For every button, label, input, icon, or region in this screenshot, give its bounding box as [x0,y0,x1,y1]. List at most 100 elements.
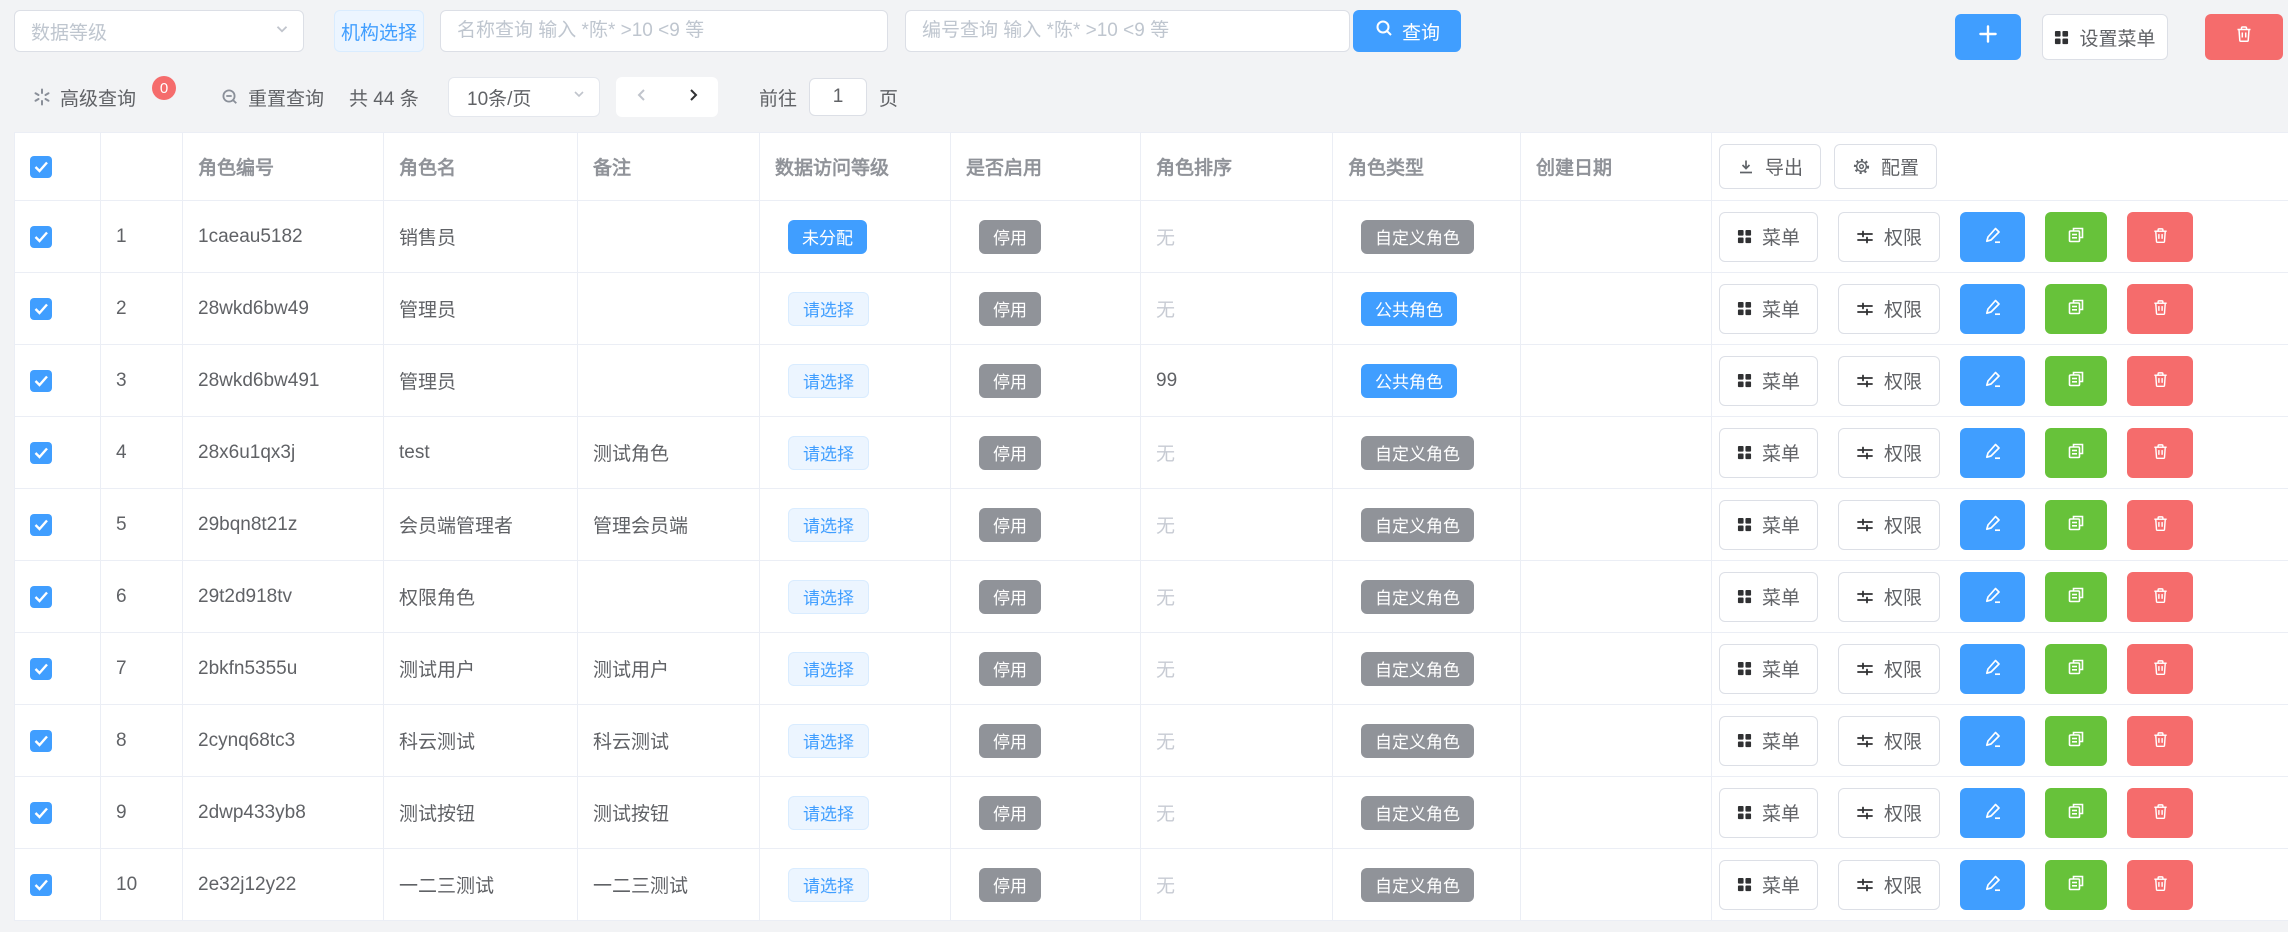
data-access-level-button[interactable]: 请选择 [788,868,869,902]
menu-button[interactable]: 菜单 [1719,356,1818,406]
row-checkbox[interactable] [30,802,52,824]
enabled-status-button[interactable]: 停用 [979,364,1041,398]
export-button[interactable]: 导出 [1719,144,1821,189]
enabled-status-button[interactable]: 停用 [979,580,1041,614]
edit-button[interactable] [1960,356,2025,406]
edit-button[interactable] [1960,788,2025,838]
delete-row-button[interactable] [2127,356,2193,406]
delete-row-button[interactable] [2127,428,2193,478]
copy-button[interactable] [2045,716,2107,766]
delete-selected-button[interactable] [2205,14,2283,60]
data-access-level-button[interactable]: 请选择 [788,796,869,830]
menu-button[interactable]: 菜单 [1719,428,1818,478]
enabled-status-button[interactable]: 停用 [979,436,1041,470]
enabled-status-button[interactable]: 停用 [979,292,1041,326]
role-type-button[interactable]: 自定义角色 [1361,436,1474,470]
data-access-level-button[interactable]: 请选择 [788,508,869,542]
copy-button[interactable] [2045,860,2107,910]
enabled-status-button[interactable]: 停用 [979,508,1041,542]
role-type-button[interactable]: 自定义角色 [1361,652,1474,686]
edit-button[interactable] [1960,644,2025,694]
enabled-status-button[interactable]: 停用 [979,652,1041,686]
permission-button[interactable]: 权限 [1838,572,1940,622]
role-type-button[interactable]: 自定义角色 [1361,220,1474,254]
org-select-button[interactable]: 机构选择 [334,10,424,52]
prev-page-button[interactable] [616,86,667,109]
edit-button[interactable] [1960,212,2025,262]
row-checkbox[interactable] [30,442,52,464]
data-access-level-button[interactable]: 未分配 [788,220,867,254]
role-type-button[interactable]: 自定义角色 [1361,508,1474,542]
delete-row-button[interactable] [2127,284,2193,334]
role-type-button[interactable]: 自定义角色 [1361,580,1474,614]
data-access-level-button[interactable]: 请选择 [788,436,869,470]
row-checkbox[interactable] [30,730,52,752]
data-access-level-button[interactable]: 请选择 [788,364,869,398]
permission-button[interactable]: 权限 [1838,500,1940,550]
role-type-button[interactable]: 公共角色 [1361,364,1457,398]
row-checkbox[interactable] [30,514,52,536]
reset-query-button[interactable]: 重置查询 [220,75,324,119]
role-type-button[interactable]: 公共角色 [1361,292,1457,326]
enabled-status-button[interactable]: 停用 [979,796,1041,830]
add-button[interactable] [1955,14,2021,60]
delete-row-button[interactable] [2127,644,2193,694]
menu-button[interactable]: 菜单 [1719,788,1818,838]
data-access-level-button[interactable]: 请选择 [788,580,869,614]
edit-button[interactable] [1960,500,2025,550]
permission-button[interactable]: 权限 [1838,716,1940,766]
role-type-button[interactable]: 自定义角色 [1361,796,1474,830]
advanced-query-button[interactable]: 高级查询 0 [32,75,176,119]
permission-button[interactable]: 权限 [1838,860,1940,910]
permission-button[interactable]: 权限 [1838,788,1940,838]
edit-button[interactable] [1960,572,2025,622]
menu-button[interactable]: 菜单 [1719,860,1818,910]
delete-row-button[interactable] [2127,860,2193,910]
delete-row-button[interactable] [2127,500,2193,550]
copy-button[interactable] [2045,428,2107,478]
edit-button[interactable] [1960,284,2025,334]
page-size-select[interactable]: 10条/页 [448,77,600,117]
goto-page-input[interactable] [809,78,867,116]
edit-button[interactable] [1960,428,2025,478]
copy-button[interactable] [2045,644,2107,694]
permission-button[interactable]: 权限 [1838,428,1940,478]
copy-button[interactable] [2045,284,2107,334]
copy-button[interactable] [2045,500,2107,550]
permission-button[interactable]: 权限 [1838,212,1940,262]
select-all-checkbox[interactable] [30,156,52,178]
delete-row-button[interactable] [2127,572,2193,622]
permission-button[interactable]: 权限 [1838,356,1940,406]
role-type-button[interactable]: 自定义角色 [1361,724,1474,758]
role-type-button[interactable]: 自定义角色 [1361,868,1474,902]
code-search-input[interactable] [905,10,1350,52]
menu-button[interactable]: 菜单 [1719,500,1818,550]
data-access-level-button[interactable]: 请选择 [788,724,869,758]
edit-button[interactable] [1960,860,2025,910]
permission-button[interactable]: 权限 [1838,284,1940,334]
menu-button[interactable]: 菜单 [1719,572,1818,622]
copy-button[interactable] [2045,356,2107,406]
row-checkbox[interactable] [30,874,52,896]
copy-button[interactable] [2045,212,2107,262]
row-checkbox[interactable] [30,370,52,392]
next-page-button[interactable] [667,86,718,109]
data-level-select[interactable]: 数据等级 [14,10,304,52]
set-menu-button[interactable]: 设置菜单 [2042,14,2168,60]
edit-button[interactable] [1960,716,2025,766]
menu-button[interactable]: 菜单 [1719,644,1818,694]
config-button[interactable]: 配置 [1834,144,1937,189]
query-button[interactable]: 查询 [1353,10,1461,52]
row-checkbox[interactable] [30,226,52,248]
data-access-level-button[interactable]: 请选择 [788,292,869,326]
menu-button[interactable]: 菜单 [1719,284,1818,334]
permission-button[interactable]: 权限 [1838,644,1940,694]
enabled-status-button[interactable]: 停用 [979,724,1041,758]
enabled-status-button[interactable]: 停用 [979,868,1041,902]
menu-button[interactable]: 菜单 [1719,716,1818,766]
copy-button[interactable] [2045,572,2107,622]
menu-button[interactable]: 菜单 [1719,212,1818,262]
delete-row-button[interactable] [2127,716,2193,766]
copy-button[interactable] [2045,788,2107,838]
delete-row-button[interactable] [2127,788,2193,838]
